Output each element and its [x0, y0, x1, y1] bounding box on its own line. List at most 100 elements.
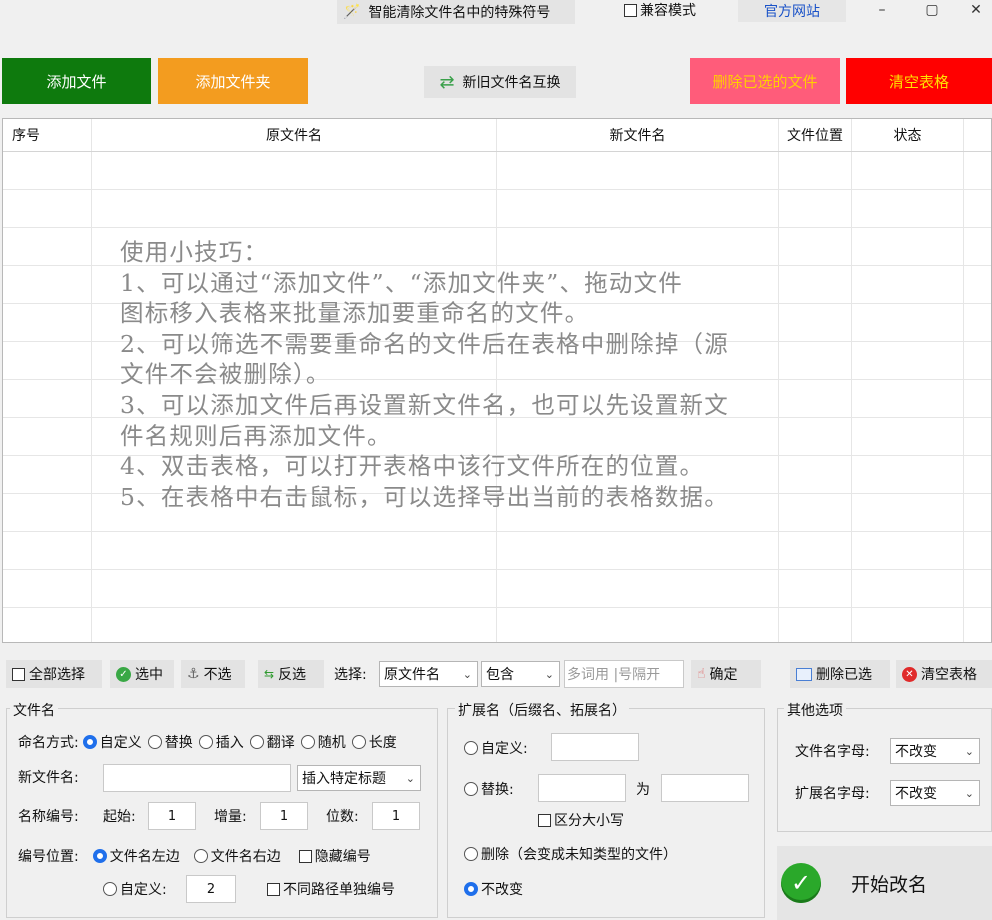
invert-icon: ⇆	[264, 667, 275, 681]
column-header-original-name[interactable]: 原文件名	[92, 119, 496, 151]
pos-right-label: 文件名右边	[210, 849, 281, 865]
chevron-down-icon: ⌄	[544, 667, 554, 681]
radio-custom[interactable]	[82, 735, 97, 749]
match-mode-select[interactable]: 包含 ⌄	[481, 661, 560, 687]
radio-ext-custom[interactable]	[464, 741, 478, 755]
app-title: 🪄 智能清除文件名中的特殊符号	[337, 0, 575, 24]
radio-translate[interactable]	[249, 735, 264, 749]
radio-ext-delete[interactable]	[464, 847, 478, 861]
confirm-filter-button[interactable]: ☝ 确定	[691, 660, 761, 688]
hide-number-label: 隐藏编号	[314, 849, 371, 865]
uncheck-label: 不选	[203, 667, 232, 683]
official-site-link[interactable]: 官方网站	[738, 0, 846, 22]
filename-case-select[interactable]: 不改变 ⌄	[890, 738, 980, 764]
digits-input[interactable]: 1	[372, 802, 420, 830]
ext-delete-row: 删除（会变成未知类型的文件）	[464, 845, 677, 863]
pos-custom-input[interactable]: 2	[186, 875, 236, 903]
tip-line: 件名规则后再添加文件。	[120, 421, 392, 450]
ext-custom-input[interactable]	[551, 733, 639, 761]
uncheck-button[interactable]: ⚓ 不选	[181, 660, 245, 688]
start-label: 起始:	[103, 809, 136, 825]
number-position-label: 编号位置:	[18, 849, 79, 865]
separate-paths-row: 不同路径单独编号	[267, 880, 395, 898]
tip-line: 文件不会被删除）。	[120, 360, 331, 389]
wand-icon: 🪄	[343, 4, 361, 20]
invert-button[interactable]: ⇆ 反选	[258, 660, 324, 688]
delete-selected-files-button[interactable]: 删除已选的文件	[690, 58, 840, 104]
select-all-label: 全部选择	[29, 667, 85, 683]
ext-replace-from-input[interactable]	[538, 774, 626, 802]
add-folder-button[interactable]: 添加文件夹	[158, 58, 308, 104]
clear-table-small-button[interactable]: ✕ 清空表格	[896, 660, 992, 688]
hide-number-checkbox[interactable]	[298, 849, 312, 863]
compat-mode-label: 兼容模式	[640, 3, 696, 19]
check-button[interactable]: ✓ 选中	[110, 660, 174, 688]
compat-mode-checkbox[interactable]: 兼容模式	[624, 0, 696, 20]
case-sensitive-row: 区分大小写	[538, 811, 624, 829]
close-button[interactable]: ✕	[960, 0, 992, 20]
column-header-new-name[interactable]: 新文件名	[497, 119, 778, 151]
ext-replace-to-input[interactable]	[661, 774, 749, 802]
filename-case-value: 不改变	[895, 744, 937, 760]
pos-left-label: 文件名左边	[109, 849, 180, 865]
delete-checked-button[interactable]: 删除已选	[790, 660, 890, 688]
clear-table-button[interactable]: 清空表格	[846, 58, 992, 104]
radio-pos-left[interactable]	[92, 849, 107, 863]
filename-group-title: 文件名	[10, 700, 58, 720]
radio-insert[interactable]	[198, 735, 213, 749]
mode-translate-label: 翻译	[266, 735, 295, 751]
chevron-down-icon: ⌄	[462, 667, 472, 681]
swap-icon: ⇄	[439, 71, 455, 93]
add-file-button[interactable]: 添加文件	[2, 58, 151, 104]
checkbox-box[interactable]	[624, 3, 637, 17]
chevron-down-icon: ⌄	[964, 786, 974, 800]
ext-case-label: 扩展名字母:	[795, 786, 870, 802]
ext-case-select[interactable]: 不改变 ⌄	[890, 780, 980, 806]
mode-replace-label: 替换	[164, 735, 193, 751]
mode-random-label: 随机	[317, 735, 346, 751]
step-label: 增量:	[214, 809, 247, 825]
check-label: 选中	[135, 667, 163, 683]
radio-pos-right[interactable]	[193, 849, 208, 863]
minimize-button[interactable]: –	[860, 0, 904, 20]
ext-case-value: 不改变	[895, 786, 937, 802]
separate-paths-checkbox[interactable]	[267, 882, 280, 896]
radio-pos-custom[interactable]	[103, 882, 117, 896]
field-select[interactable]: 原文件名 ⌄	[379, 661, 478, 687]
ext-replace-label: 替换:	[481, 782, 514, 798]
radio-ext-replace[interactable]	[464, 782, 478, 796]
radio-ext-unchanged[interactable]	[464, 882, 478, 896]
insert-title-select[interactable]: 插入特定标题 ⌄	[297, 765, 421, 791]
column-header-index[interactable]: 序号	[12, 119, 90, 151]
maximize-button[interactable]: ▢	[910, 0, 954, 20]
swap-names-button[interactable]: ⇄ 新旧文件名互换	[424, 66, 576, 98]
usage-tips: 使用小技巧： 1、可以通过“添加文件”、“添加文件夹”、拖动文件 图标移入表格来…	[120, 237, 860, 512]
radio-length[interactable]	[351, 735, 366, 749]
column-header-location[interactable]: 文件位置	[779, 119, 851, 151]
ext-replace-to-label: 为	[636, 782, 650, 798]
ext-custom-row: 自定义:	[464, 739, 528, 757]
hand-pointer-icon: ☝	[697, 666, 706, 682]
anchor-icon: ⚓	[187, 666, 200, 682]
tip-line: 1、可以通过“添加文件”、“添加文件夹”、拖动文件	[120, 268, 684, 297]
new-name-input[interactable]	[103, 764, 291, 792]
tip-line: 3、可以添加文件后再设置新文件名，也可以先设置新文	[120, 390, 729, 419]
radio-random[interactable]	[300, 735, 315, 749]
ext-replace-row: 替换:	[464, 780, 514, 798]
step-input[interactable]: 1	[260, 802, 308, 830]
pos-custom-label: 自定义:	[120, 882, 167, 898]
start-rename-button[interactable]: ✓ 开始改名	[777, 846, 992, 920]
check-circle-icon: ✓	[116, 666, 131, 682]
start-input[interactable]: 1	[148, 802, 196, 830]
keyword-input[interactable]: 多词用 |号隔开	[564, 660, 684, 688]
select-all-checkbox[interactable]: 全部选择	[6, 660, 102, 688]
new-name-label: 新文件名:	[18, 770, 79, 786]
tip-line: 4、双击表格，可以打开表格中该行文件所在的位置。	[120, 452, 705, 481]
ext-unchanged-label: 不改变	[481, 882, 523, 898]
column-header-status[interactable]: 状态	[852, 119, 963, 151]
radio-replace[interactable]	[147, 735, 162, 749]
case-sensitive-checkbox[interactable]	[538, 813, 551, 827]
ext-custom-label: 自定义:	[481, 741, 528, 757]
start-rename-label: 开始改名	[851, 873, 928, 896]
checkbox-box[interactable]	[12, 667, 25, 681]
